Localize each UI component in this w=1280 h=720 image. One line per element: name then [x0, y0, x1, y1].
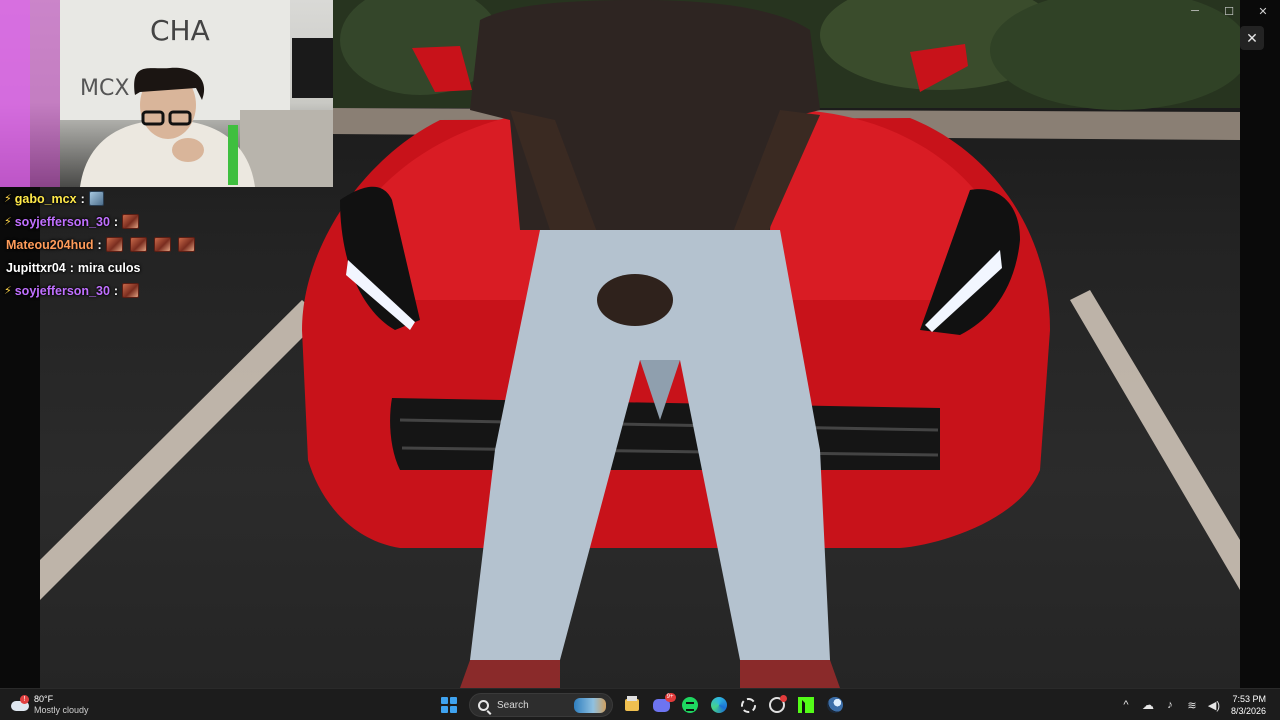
chrome-icon: [769, 695, 787, 713]
chat-username: soyjefferson_30: [14, 214, 110, 229]
chat-emote-icon: [177, 237, 195, 252]
svg-text:CHA: CHA: [150, 14, 210, 47]
weather-alert-badge: !: [20, 695, 29, 704]
chat-separator: :: [113, 283, 119, 298]
chat-username: Jupittxr04: [6, 260, 66, 275]
search-highlight-icon: [574, 698, 606, 713]
taskbar-apps: Search 9+: [436, 692, 851, 718]
chat-badge-icon: ⚡: [4, 216, 12, 228]
chat-emote-icon: [88, 191, 104, 206]
chat-message: Jupittxr04 : mira culos: [0, 256, 333, 279]
onedrive-icon[interactable]: ☁: [1137, 694, 1159, 716]
settings-tool-icon: [740, 697, 756, 713]
chat-message: ⚡ gabo_mcx :: [0, 187, 333, 210]
window-controls: ─ ☐ ✕: [1178, 0, 1280, 22]
network-icon[interactable]: ≋: [1181, 694, 1203, 716]
chat-message: Mateou204hud :: [0, 233, 333, 256]
window-close-button[interactable]: ✕: [1246, 0, 1280, 22]
taskbar-kick[interactable]: [793, 692, 819, 718]
volume-icon[interactable]: ◀): [1203, 694, 1225, 716]
cloud-icon: !: [10, 695, 30, 713]
steam-icon: [827, 697, 843, 713]
taskbar-discord[interactable]: 9+: [648, 692, 676, 718]
chat-username: soyjefferson_30: [14, 283, 110, 298]
webcam-streamer-illustration: CHA MCX: [0, 0, 333, 187]
taskbar-edge[interactable]: [706, 692, 732, 718]
chat-message: ⚡ soyjefferson_30 :: [0, 279, 333, 302]
chat-overlay: ⚡ gabo_mcx : ⚡ soyjefferson_30 : Mateou2…: [0, 187, 333, 302]
chat-username: Mateou204hud: [6, 237, 94, 252]
taskbar-steam[interactable]: [822, 692, 848, 718]
taskbar-chrome[interactable]: [764, 692, 790, 718]
taskbar-search[interactable]: Search: [469, 693, 613, 717]
kick-icon: [798, 697, 814, 713]
chat-emote-icon: [122, 214, 140, 229]
microphone-icon[interactable]: ♪: [1159, 694, 1181, 716]
chat-badge-icon: ⚡: [4, 285, 12, 297]
clock-time: 7:53 PM: [1232, 694, 1266, 704]
chat-emote-icon: [105, 237, 123, 252]
windows-logo-icon: [441, 697, 457, 713]
taskbar-tool[interactable]: [735, 692, 761, 718]
system-tray: ^ ☁ ♪ ≋ ◀) 7:53 PM 8/3/2026: [1115, 692, 1280, 718]
spotify-icon: [682, 697, 698, 713]
discord-badge: 9+: [664, 692, 676, 702]
search-label: Search: [497, 699, 529, 711]
chat-emote-icon: [122, 283, 140, 298]
chat-separator: :: [69, 260, 74, 275]
discord-icon: 9+: [652, 692, 676, 712]
chat-message-text: mira culos: [77, 260, 141, 275]
chat-badge-icon: ⚡: [4, 193, 12, 205]
file-explorer-icon: [625, 696, 639, 711]
minimize-button[interactable]: ─: [1178, 0, 1212, 22]
taskbar-spotify[interactable]: [677, 692, 703, 718]
search-icon: [478, 699, 489, 711]
taskbar: ! 80°F Mostly cloudy Search 9+ ^ ☁ ♪ ≋ ◀…: [0, 688, 1280, 720]
chat-username: gabo_mcx: [14, 191, 77, 206]
chat-separator: :: [80, 191, 85, 206]
chat-separator: :: [113, 214, 119, 229]
chat-separator: :: [97, 237, 102, 252]
chat-emote-icon: [153, 237, 171, 252]
edge-icon: [711, 697, 727, 713]
taskbar-file-explorer[interactable]: [619, 692, 645, 718]
chevron-up-icon[interactable]: ^: [1115, 694, 1137, 716]
clock-date: 8/3/2026: [1230, 706, 1266, 716]
close-photo-button[interactable]: ✕: [1240, 26, 1264, 50]
webcam-overlay: CHA MCX: [0, 0, 333, 187]
chat-emote-icon: [129, 237, 147, 252]
weather-widget[interactable]: ! 80°F Mostly cloudy: [10, 692, 89, 718]
taskbar-clock[interactable]: 7:53 PM 8/3/2026: [1231, 693, 1266, 717]
maximize-button[interactable]: ☐: [1212, 0, 1246, 22]
weather-condition: Mostly cloudy: [34, 705, 89, 715]
svg-text:MCX: MCX: [80, 76, 129, 101]
chat-message: ⚡ soyjefferson_30 :: [0, 210, 333, 233]
weather-temperature: 80°F: [34, 694, 54, 704]
start-button[interactable]: [436, 692, 462, 718]
